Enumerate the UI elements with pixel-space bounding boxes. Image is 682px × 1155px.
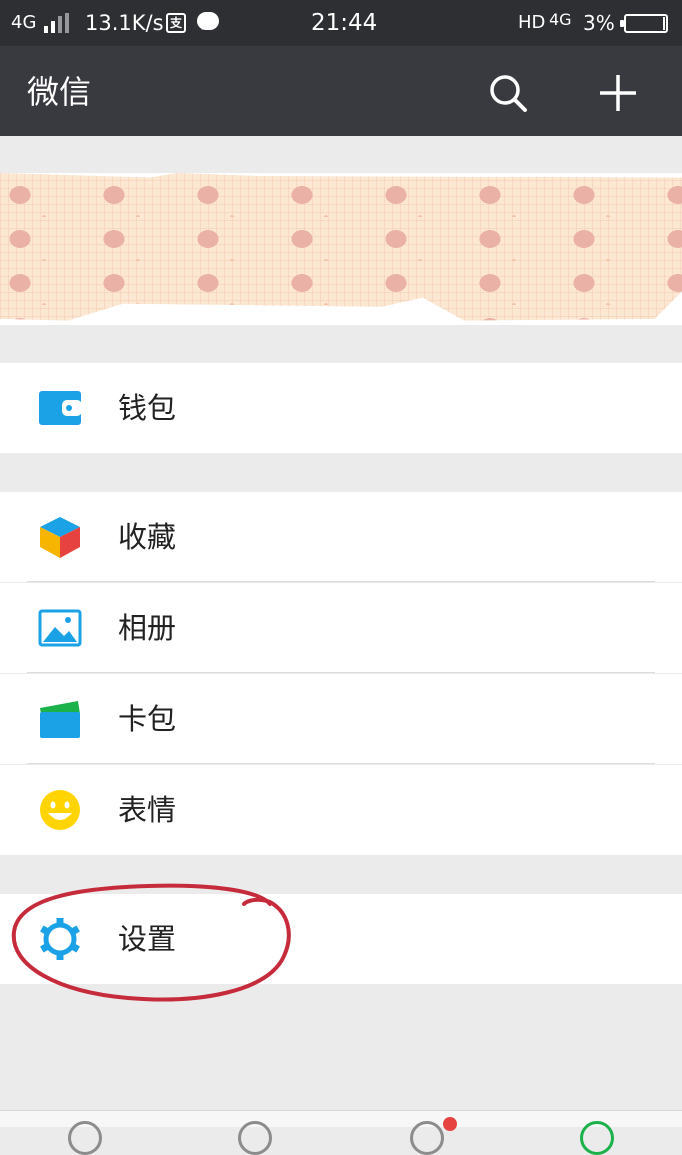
privacy-sticker-overlay (0, 173, 682, 321)
card-wallet-label: 卡包 (118, 702, 177, 736)
me-tab-icon[interactable] (580, 1121, 614, 1155)
app-header: 微信 (0, 46, 682, 136)
battery-percent: 3% (583, 11, 615, 35)
settings-label: 设置 (118, 922, 177, 956)
profile-card[interactable] (0, 173, 682, 325)
menu-item-card-wallet[interactable]: 卡包 (0, 674, 682, 764)
chats-tab-icon[interactable] (68, 1121, 102, 1155)
battery-icon (620, 14, 668, 33)
wallet-icon (39, 391, 82, 425)
signal-strength-icon (44, 13, 70, 33)
menu-item-wallet[interactable]: 钱包 (0, 363, 682, 453)
hd-indicator: HD (518, 12, 546, 33)
network-type-left: 4G (11, 12, 37, 33)
plus-icon[interactable] (596, 71, 640, 115)
status-bar: 4G 13.1K/s 支 21:44 HD 4G 3% (0, 0, 682, 46)
menu-item-stickers[interactable]: 表情 (0, 765, 682, 855)
cube-icon (40, 517, 80, 558)
divider (27, 672, 655, 673)
page-title: 微信 (27, 73, 92, 111)
menu-item-favorites[interactable]: 收藏 (0, 492, 682, 582)
contacts-tab-icon[interactable] (238, 1121, 272, 1155)
chat-bubble-icon (197, 12, 219, 30)
card-icon (40, 701, 80, 738)
divider (27, 763, 655, 764)
picture-icon (38, 609, 82, 647)
clock: 21:44 (311, 10, 378, 36)
smile-icon (40, 790, 80, 830)
notification-badge (443, 1117, 457, 1131)
favorites-label: 收藏 (118, 520, 177, 554)
alipay-icon: 支 (166, 13, 186, 33)
wallet-label: 钱包 (118, 391, 177, 425)
stickers-label: 表情 (118, 793, 177, 827)
divider (27, 581, 655, 582)
discover-tab-icon[interactable] (410, 1121, 444, 1155)
network-speed: 13.1K/s (85, 11, 164, 35)
network-type-right: 4G (549, 10, 572, 29)
menu-item-settings[interactable]: 设置 (0, 894, 682, 984)
menu-item-album[interactable]: 相册 (0, 583, 682, 673)
search-icon[interactable] (486, 71, 530, 115)
album-label: 相册 (118, 611, 177, 645)
gear-icon (40, 918, 80, 960)
bottom-tab-bar (0, 1110, 682, 1155)
